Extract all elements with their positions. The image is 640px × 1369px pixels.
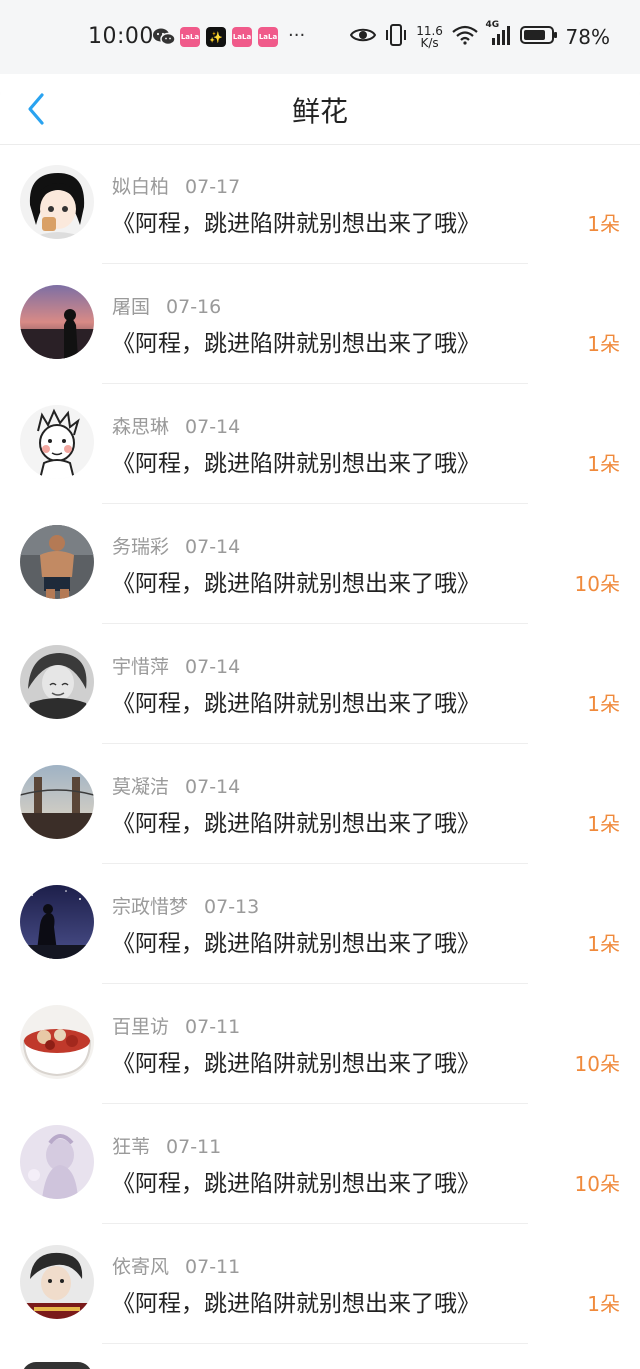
list-item[interactable]: 莫凝洁 07-14 《阿程，跳进陷阱就别想出来了哦》 1朵 — [0, 744, 640, 864]
list-item[interactable]: 宗政惜梦 07-13 《阿程，跳进陷阱就别想出来了哦》 1朵 — [0, 864, 640, 984]
book-title: 《阿程，跳进陷阱就别想出来了哦》 — [112, 571, 480, 597]
gift-date: 07-14 — [185, 776, 241, 798]
net-speed: 11.6 K/s — [416, 24, 443, 50]
user-name: 森思琳 — [112, 416, 170, 438]
avatar[interactable] — [20, 765, 94, 839]
status-time: 10:00 — [88, 24, 154, 49]
list-item[interactable]: 依寄风 07-11 《阿程，跳进陷阱就别想出来了哦》 1朵 — [0, 1224, 640, 1344]
item-meta: 依寄风 07-11 — [112, 1252, 240, 1279]
avatar[interactable] — [20, 885, 94, 959]
app-notification-icon: LaLa — [232, 26, 252, 48]
item-meta: 莫凝洁 07-14 — [112, 772, 240, 799]
battery-icon — [519, 25, 558, 49]
item-meta: 狂苇 07-11 — [112, 1132, 221, 1159]
book-title: 《阿程，跳进陷阱就别想出来了哦》 — [112, 211, 480, 237]
row-divider — [102, 1343, 528, 1344]
user-name: 狂苇 — [112, 1136, 151, 1158]
book-title: 《阿程，跳进陷阱就别想出来了哦》 — [112, 1291, 480, 1317]
flower-count: 1朵 — [587, 332, 620, 356]
wechat-icon — [152, 26, 176, 48]
item-meta: 务瑞彩 07-14 — [112, 532, 240, 559]
item-meta: 宗政惜梦 07-13 — [112, 892, 259, 919]
app-root: 10:00 LaLa ✨ LaLa LaLa ··· 11.6 K/s 4G 7… — [0, 0, 640, 1369]
flower-gift-list: 姒白柏 07-17 《阿程，跳进陷阱就别想出来了哦》 1朵 屠国 07-16 《… — [0, 144, 640, 1344]
list-item[interactable]: 森思琳 07-14 《阿程，跳进陷阱就别想出来了哦》 1朵 — [0, 384, 640, 504]
user-name: 宗政惜梦 — [112, 896, 189, 918]
book-title: 《阿程，跳进陷阱就别想出来了哦》 — [112, 931, 480, 957]
app-notification-icon-dark: ✨ — [206, 26, 226, 48]
user-name: 屠国 — [112, 296, 151, 318]
user-name: 宇惜萍 — [112, 656, 170, 678]
flower-count: 1朵 — [587, 932, 620, 956]
gift-date: 07-14 — [185, 416, 241, 438]
avatar[interactable] — [20, 285, 94, 359]
flower-count: 10朵 — [574, 1172, 620, 1196]
user-name: 百里访 — [112, 1016, 170, 1038]
flower-count: 1朵 — [587, 1292, 620, 1316]
avatar[interactable] — [20, 645, 94, 719]
list-item[interactable]: 百里访 07-11 《阿程，跳进陷阱就别想出来了哦》 10朵 — [0, 984, 640, 1104]
app-notification-icon: LaLa — [180, 26, 200, 48]
item-meta: 百里访 07-11 — [112, 1012, 240, 1039]
eye-icon — [349, 26, 376, 48]
header-bar: 鲜花 — [0, 74, 640, 144]
list-item[interactable]: 姒白柏 07-17 《阿程，跳进陷阱就别想出来了哦》 1朵 — [0, 144, 640, 264]
battery-percent: 78% — [565, 25, 610, 49]
user-name: 务瑞彩 — [112, 536, 170, 558]
avatar[interactable] — [20, 1005, 94, 1079]
book-title: 《阿程，跳进陷阱就别想出来了哦》 — [112, 451, 480, 477]
list-item[interactable]: 狂苇 07-11 《阿程，跳进陷阱就别想出来了哦》 10朵 — [0, 1104, 640, 1224]
flower-count: 1朵 — [587, 692, 620, 716]
app-notification-icon: LaLa — [258, 26, 278, 48]
book-title: 《阿程，跳进陷阱就别想出来了哦》 — [112, 811, 480, 837]
avatar[interactable] — [20, 165, 94, 239]
gift-date: 07-14 — [185, 536, 241, 558]
gift-date: 07-11 — [185, 1256, 241, 1278]
flower-count: 10朵 — [574, 572, 620, 596]
gift-date: 07-14 — [185, 656, 241, 678]
more-notifications-icon: ··· — [288, 24, 306, 46]
item-meta: 宇惜萍 07-14 — [112, 652, 240, 679]
page-title: 鲜花 — [291, 95, 348, 128]
status-bar: 10:00 LaLa ✨ LaLa LaLa ··· 11.6 K/s 4G 7… — [0, 0, 640, 74]
flower-count: 1朵 — [587, 452, 620, 476]
list-item[interactable]: 务瑞彩 07-14 《阿程，跳进陷阱就别想出来了哦》 10朵 — [0, 504, 640, 624]
item-meta: 屠国 07-16 — [112, 292, 221, 319]
book-title: 《阿程，跳进陷阱就别想出来了哦》 — [112, 1171, 480, 1197]
gift-date: 07-17 — [185, 176, 241, 198]
list-item[interactable]: 宇惜萍 07-14 《阿程，跳进陷阱就别想出来了哦》 1朵 — [0, 624, 640, 744]
status-right-group: 11.6 K/s 4G 78% — [349, 20, 610, 52]
gift-date: 07-13 — [204, 896, 260, 918]
user-name: 依寄风 — [112, 1256, 170, 1278]
wifi-icon — [451, 25, 478, 49]
avatar[interactable] — [20, 1125, 94, 1199]
item-meta: 森思琳 07-14 — [112, 412, 240, 439]
book-title: 《阿程，跳进陷阱就别想出来了哦》 — [112, 691, 480, 717]
user-name: 莫凝洁 — [112, 776, 170, 798]
gift-date: 07-16 — [166, 296, 222, 318]
signal-icon: 4G — [486, 20, 512, 50]
gift-date: 07-11 — [185, 1016, 241, 1038]
avatar[interactable] — [20, 525, 94, 599]
gift-date: 07-11 — [166, 1136, 222, 1158]
avatar[interactable] — [22, 1362, 92, 1369]
item-meta: 姒白柏 07-17 — [112, 172, 240, 199]
list-item[interactable]: 屠国 07-16 《阿程，跳进陷阱就别想出来了哦》 1朵 — [0, 264, 640, 384]
book-title: 《阿程，跳进陷阱就别想出来了哦》 — [112, 1051, 480, 1077]
avatar[interactable] — [20, 405, 94, 479]
vibrate-icon — [384, 24, 408, 50]
book-title: 《阿程，跳进陷阱就别想出来了哦》 — [112, 331, 480, 357]
avatar[interactable] — [20, 1245, 94, 1319]
flower-count: 1朵 — [587, 812, 620, 836]
flower-count: 10朵 — [574, 1052, 620, 1076]
user-name: 姒白柏 — [112, 176, 170, 198]
flower-count: 1朵 — [587, 212, 620, 236]
